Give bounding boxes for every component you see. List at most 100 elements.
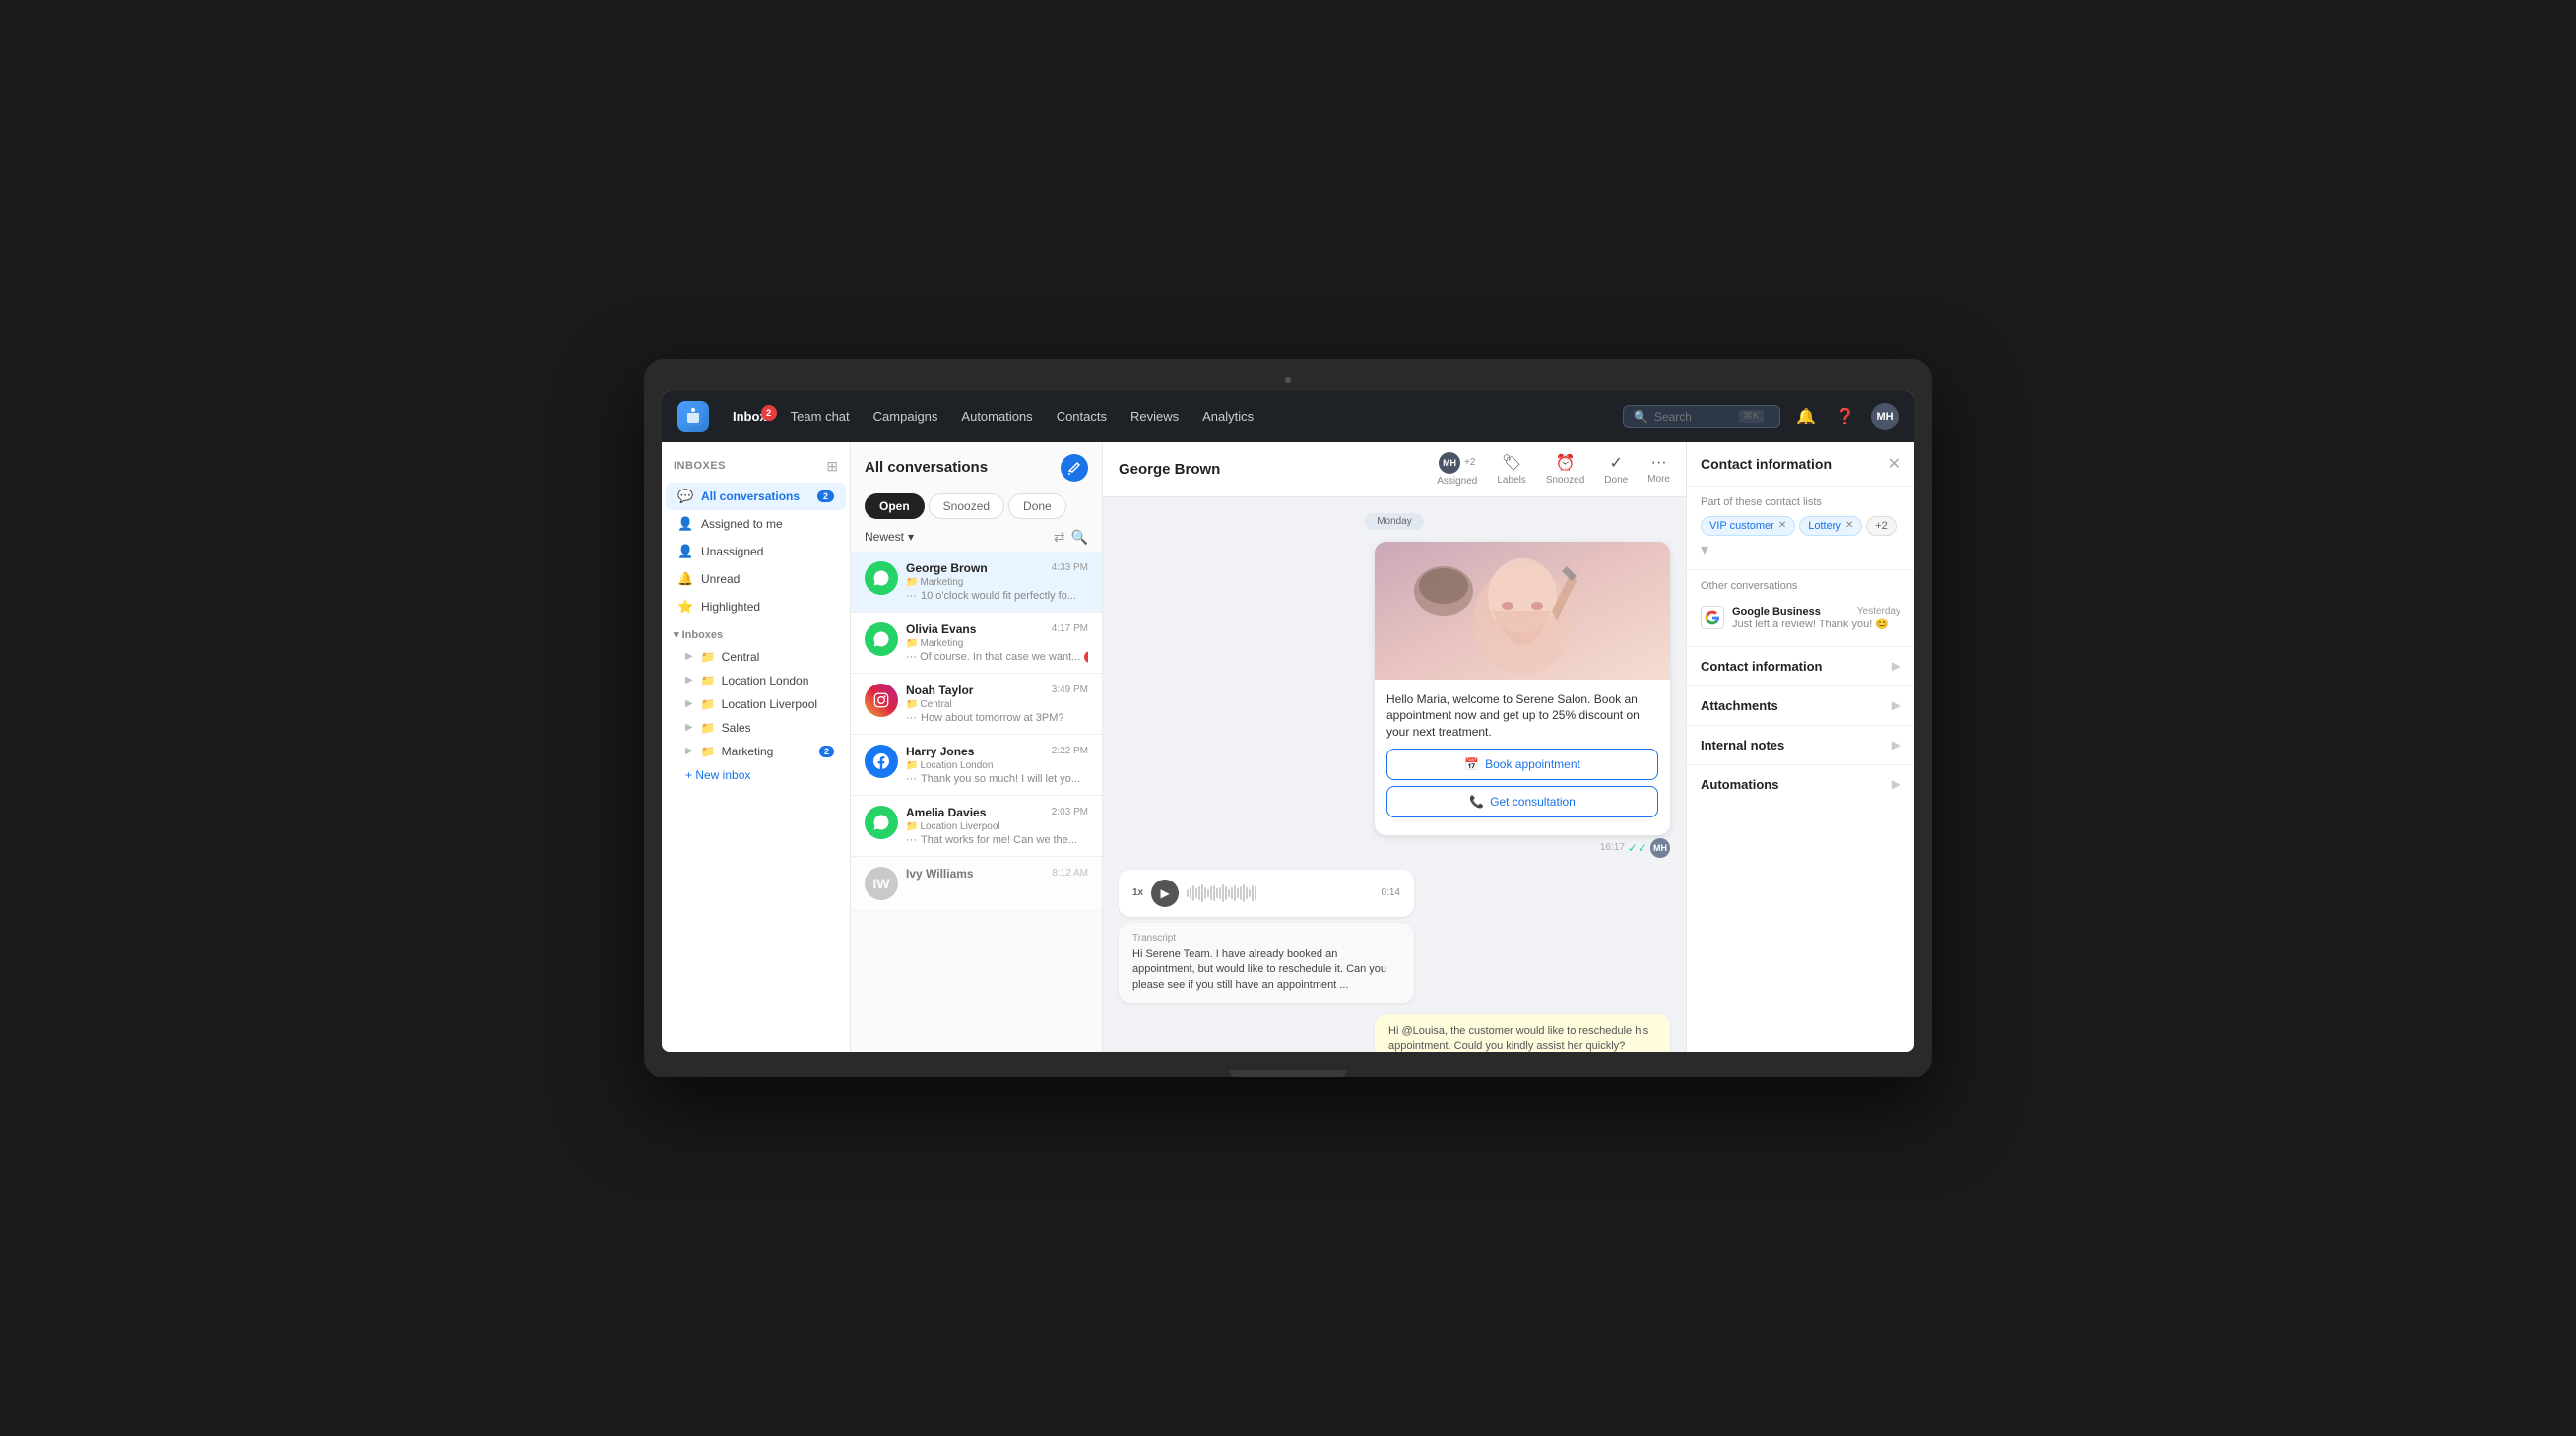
laptop-frame: Inbox 2 Team chat Campaigns Automations …	[644, 359, 1932, 1077]
conv-body: George Brown 4:33 PM 📁 Marketing ··· 10 …	[906, 561, 1088, 602]
get-consultation-button[interactable]: 📞 Get consultation	[1386, 786, 1658, 817]
sidebar-inbox-london[interactable]: ▶ 📁 Location London	[666, 669, 846, 692]
sidebar-title: Inboxes	[674, 460, 726, 472]
sidebar-item-assigned-to-me[interactable]: 👤 Assigned to me	[666, 510, 846, 538]
nav-icons: 🔔 ❓ MH	[1792, 403, 1899, 430]
done-action[interactable]: ✓ Done	[1604, 453, 1628, 486]
new-inbox-button[interactable]: + New inbox	[666, 763, 846, 787]
nav-contacts[interactable]: Contacts	[1045, 403, 1119, 429]
inbox-badge: 2	[761, 405, 777, 421]
nav-campaigns[interactable]: Campaigns	[862, 403, 950, 429]
inbox-central-label: Central	[722, 650, 760, 664]
all-conversations-icon: 💬	[677, 489, 693, 504]
assigned-label: Assigned	[1437, 476, 1477, 487]
right-section-internal-notes[interactable]: Internal notes ▶	[1687, 725, 1914, 764]
date-badge: Monday	[1365, 513, 1424, 530]
tab-open[interactable]: Open	[865, 493, 925, 519]
attachments-arrow: ▶	[1892, 698, 1900, 712]
tab-done[interactable]: Done	[1008, 493, 1066, 519]
inbox-arrow-icon: ▶	[685, 698, 693, 709]
conv-item-amelia-davies[interactable]: Amelia Davies 2:03 PM 📁 Location Liverpo…	[851, 796, 1102, 857]
conv-name: Noah Taylor	[906, 684, 973, 697]
assigned-action[interactable]: MH +2 Assigned	[1437, 452, 1477, 487]
sidebar-inbox-marketing[interactable]: ▶ 📁 Marketing 2	[666, 740, 846, 763]
conv-preview-text: How about tomorrow at 3PM?	[921, 712, 1064, 724]
nav-reviews[interactable]: Reviews	[1119, 403, 1191, 429]
nav-analytics[interactable]: Analytics	[1191, 403, 1265, 429]
conv-item-harry-jones[interactable]: Harry Jones 2:22 PM 📁 Location London ··…	[851, 735, 1102, 796]
conv-avatar: IW	[865, 867, 898, 900]
more-action[interactable]: ··· More	[1647, 454, 1670, 485]
inbox-folder-icon: 📁	[701, 721, 716, 735]
sort-icon[interactable]: ⇄	[1054, 529, 1065, 546]
inbox-arrow-icon: ▶	[685, 746, 693, 756]
conv-item-ivy-williams[interactable]: IW Ivy Williams 8:12 AM	[851, 857, 1102, 911]
conv-time: 3:49 PM	[1052, 685, 1088, 695]
right-section-contact-info[interactable]: Contact information ▶	[1687, 646, 1914, 685]
inbox-marketing-badge: 2	[819, 746, 834, 757]
sidebar-item-highlighted[interactable]: ⭐ Highlighted	[666, 593, 846, 620]
right-panel-title: Contact information	[1701, 456, 1832, 472]
all-conversations-badge: 2	[817, 490, 834, 502]
sidebar-item-all-conversations[interactable]: 💬 All conversations 2	[666, 483, 846, 510]
notifications-button[interactable]: 🔔	[1792, 403, 1820, 430]
new-conversation-button[interactable]	[1061, 454, 1088, 482]
conv-time: 2:22 PM	[1052, 746, 1088, 756]
unread-icon: 🔔	[677, 571, 693, 587]
main-content: Inboxes ⊞ 💬 All conversations 2 👤 Assign…	[662, 442, 1914, 1052]
conv-filter-newest[interactable]: Newest ▾	[865, 530, 914, 544]
tab-snoozed[interactable]: Snoozed	[929, 493, 1004, 519]
conv-inbox: 📁 Marketing	[906, 638, 1088, 649]
user-avatar-button[interactable]: MH	[1871, 403, 1899, 430]
sidebar-unread-label: Unread	[701, 572, 834, 586]
conv-inbox: 📁 Marketing	[906, 577, 1088, 588]
conv-time: 4:33 PM	[1052, 562, 1088, 573]
conv-item-noah-taylor[interactable]: Noah Taylor 3:49 PM 📁 Central ··· How ab…	[851, 674, 1102, 735]
nav-team-chat[interactable]: Team chat	[779, 403, 862, 429]
done-icon: ✓	[1610, 453, 1623, 473]
sidebar-header: Inboxes ⊞	[662, 454, 850, 483]
transcript-message: Transcript Hi Serene Team. I have alread…	[1119, 923, 1414, 1003]
right-section-attachments[interactable]: Attachments ▶	[1687, 685, 1914, 725]
sidebar-highlighted-label: Highlighted	[701, 600, 834, 614]
tag-add-button[interactable]: ▾	[1701, 540, 1708, 559]
conv-body: Harry Jones 2:22 PM 📁 Location London ··…	[906, 745, 1088, 785]
conv-item-olivia-evans[interactable]: Olivia Evans 4:17 PM 📁 Marketing ··· Of …	[851, 613, 1102, 674]
other-conv-google[interactable]: Google Business Yesterday Just left a re…	[1701, 600, 1900, 636]
sidebar-inbox-sales[interactable]: ▶ 📁 Sales	[666, 716, 846, 740]
chat-main: George Brown MH +2 Assigned 🏷 Labels	[1103, 442, 1686, 1052]
help-button[interactable]: ❓	[1832, 403, 1859, 430]
tag-vip-remove[interactable]: ✕	[1778, 520, 1786, 531]
phone-icon: 📞	[1469, 795, 1484, 809]
search-input[interactable]	[1654, 410, 1733, 424]
right-section-automations[interactable]: Automations ▶	[1687, 764, 1914, 804]
automations-arrow: ▶	[1892, 777, 1900, 791]
inboxes-toggle-icon[interactable]: ▾	[674, 629, 682, 641]
right-panel-close-button[interactable]: ✕	[1888, 454, 1900, 474]
snoozed-action[interactable]: ⏰ Snoozed	[1546, 453, 1584, 486]
chat-header: George Brown MH +2 Assigned 🏷 Labels	[1103, 442, 1686, 497]
conv-tabs: Open Snoozed Done	[851, 490, 1102, 523]
conv-avatar	[865, 622, 898, 656]
search-conv-icon[interactable]: 🔍	[1071, 529, 1088, 546]
sidebar-edit-icon[interactable]: ⊞	[826, 458, 838, 475]
conv-preview-text: Thank you so much! I will let yo...	[921, 773, 1080, 785]
conv-item-george-brown[interactable]: George Brown 4:33 PM 📁 Marketing ··· 10 …	[851, 552, 1102, 613]
sidebar-item-unassigned[interactable]: 👤 Unassigned	[666, 538, 846, 565]
assigned-icon: 👤	[677, 516, 693, 532]
sidebar-item-unread[interactable]: 🔔 Unread	[666, 565, 846, 593]
nav-inbox[interactable]: Inbox 2	[721, 403, 779, 429]
labels-action[interactable]: 🏷 Labels	[1497, 453, 1525, 486]
tag-lottery-remove[interactable]: ✕	[1845, 520, 1853, 531]
message-card: Hello Maria, welcome to Serene Salon. Bo…	[1375, 542, 1670, 858]
conv-avatar	[865, 684, 898, 717]
msg-card-text: Hello Maria, welcome to Serene Salon. Bo…	[1386, 691, 1658, 741]
nav-automations[interactable]: Automations	[949, 403, 1044, 429]
audio-play-button[interactable]: ▶	[1151, 880, 1179, 907]
conv-body: Noah Taylor 3:49 PM 📁 Central ··· How ab…	[906, 684, 1088, 724]
tag-more[interactable]: +2	[1866, 516, 1897, 536]
sidebar-inbox-liverpool[interactable]: ▶ 📁 Location Liverpool	[666, 692, 846, 716]
search-bar[interactable]: 🔍 ⌘K	[1623, 405, 1780, 428]
sidebar-inbox-central[interactable]: ▶ 📁 Central	[666, 645, 846, 669]
book-appointment-button[interactable]: 📅 Book appointment	[1386, 749, 1658, 780]
